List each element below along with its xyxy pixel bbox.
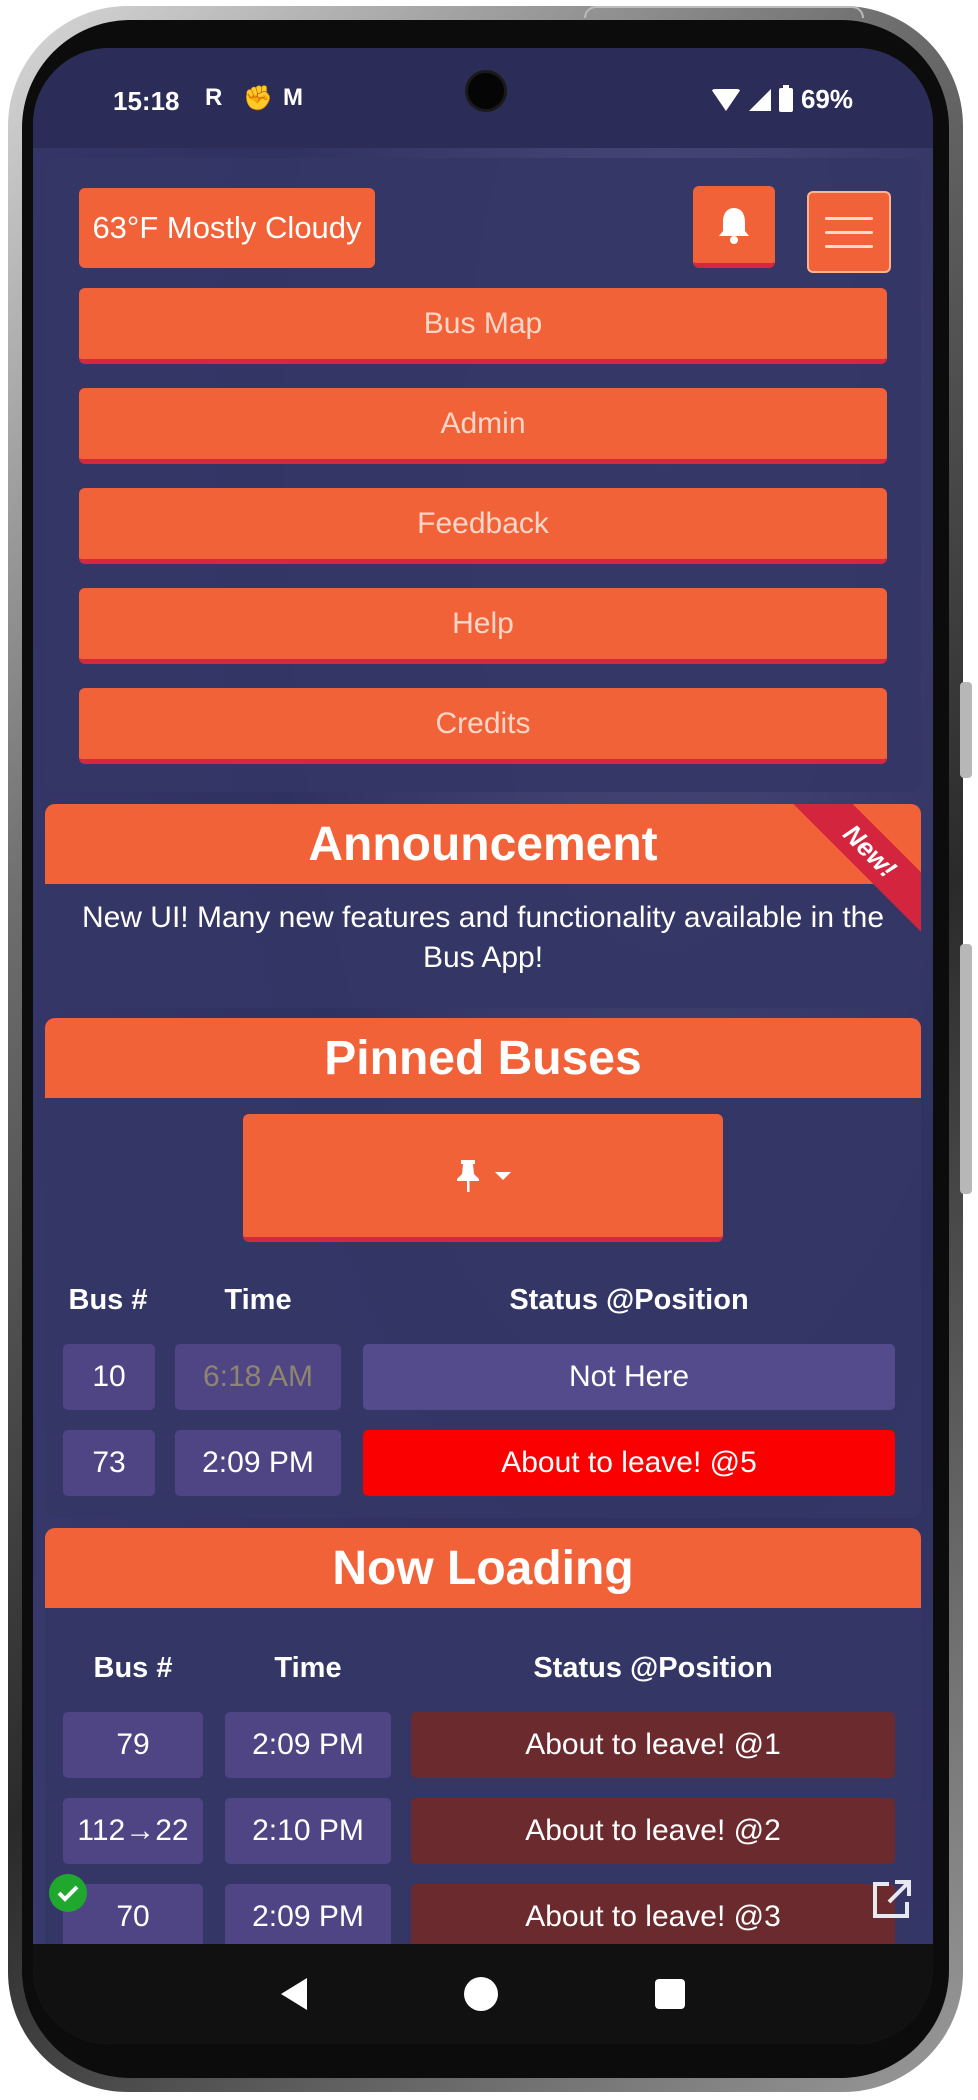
home-icon[interactable] [463,1977,498,2011]
signal-icon [748,88,771,111]
table-row-bus: 112→22 [63,1798,203,1864]
col-status: Status @Position [533,1652,773,1684]
notifications-button[interactable] [693,186,775,268]
app-fist-icon: ✊ [243,85,273,112]
screen: 15:18 R ✊ M 69% 63°F Mostly Cloudy Bus M… [33,48,933,2044]
table-row-status[interactable]: About to leave! @3 [411,1884,895,1950]
now-loading-card: Now Loading Bus # Time Status @Position … [45,1528,921,1968]
table-row-status[interactable]: About to leave! @5 [363,1430,895,1496]
table-row-bus: 10 [63,1344,155,1410]
credits-button[interactable]: Credits [79,688,887,764]
frame-top-edge [584,6,864,18]
hamburger-menu-button[interactable] [807,191,891,273]
table-row-bus: 73 [63,1430,155,1496]
announcement-title: Announcement [45,804,921,884]
battery-percent: 69% [800,84,853,114]
front-camera [465,70,507,112]
power-button [960,682,972,778]
col-time: Time [274,1652,342,1684]
app-r-icon: R [205,84,223,111]
feedback-button[interactable]: Feedback [79,488,887,564]
table-row-status[interactable]: Not Here [363,1344,895,1410]
table-row-status[interactable]: About to leave! @2 [411,1798,895,1864]
check-circle-icon [49,1874,87,1912]
battery-icon [778,84,793,112]
announcement-card: Announcement New UI! Many new features a… [45,804,921,1008]
menu-line-icon [825,216,873,220]
col-bus: Bus # [93,1652,173,1684]
pin-dropdown-button[interactable] [243,1114,723,1242]
gmail-icon: M [283,84,303,111]
table-row-time: 2:09 PM [175,1430,341,1496]
pin-icon [457,1159,479,1192]
system-nav-bar [33,1944,933,2044]
status-indicators: 69% [710,84,853,115]
volume-button [960,944,972,1194]
table-row-bus: 79 [63,1712,203,1778]
wifi-icon [710,88,741,111]
help-button[interactable]: Help [79,588,887,664]
pinned-buses-card: Pinned Buses Bus # Time Status @Position… [45,1018,921,1518]
external-link-icon[interactable] [869,1878,913,1922]
table-row-time: 2:10 PM [225,1798,391,1864]
col-time: Time [224,1284,292,1316]
table-row-time: 2:09 PM [225,1712,391,1778]
pinned-buses-title: Pinned Buses [45,1018,921,1098]
menu-line-icon [825,244,873,248]
bus-map-button[interactable]: Bus Map [79,288,887,364]
announcement-text: New UI! Many new features and functional… [81,901,885,974]
status-time: 15:18 [113,86,180,116]
col-bus: Bus # [68,1284,148,1316]
recent-apps-icon[interactable] [654,1979,685,2009]
now-loading-title: Now Loading [45,1528,921,1608]
bell-icon [719,207,749,244]
table-row-time: 6:18 AM [175,1344,341,1410]
back-icon[interactable] [281,1978,308,2010]
table-row-time: 2:09 PM [225,1884,391,1950]
table-row-status[interactable]: About to leave! @1 [411,1712,895,1778]
header-card: 63°F Mostly Cloudy Bus Map Admin Feedbac… [45,158,921,792]
menu-line-icon [825,230,873,234]
weather-badge[interactable]: 63°F Mostly Cloudy [79,188,375,268]
col-status: Status @Position [509,1284,749,1316]
status-bar: 15:18 R ✊ M 69% [33,48,933,148]
chevron-down-icon [495,1171,511,1180]
admin-button[interactable]: Admin [79,388,887,464]
